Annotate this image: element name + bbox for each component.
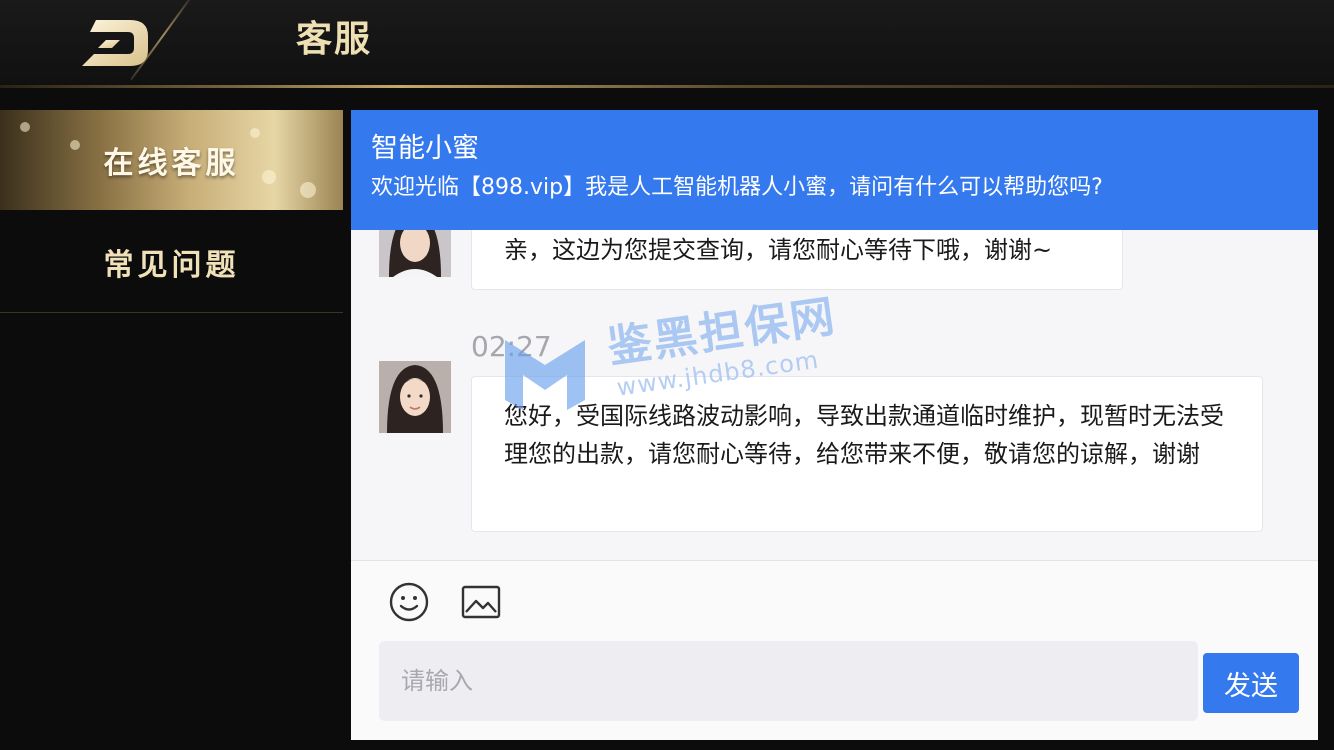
chat-header: 智能小蜜 欢迎光临【898.vip】我是人工智能机器人小蜜，请问有什么可以帮助您… — [351, 110, 1318, 230]
header-divider — [0, 85, 1334, 88]
message-input[interactable] — [379, 641, 1198, 721]
sidebar-divider — [0, 312, 343, 313]
message-timestamp: 02:27 — [471, 330, 552, 363]
send-button[interactable]: 发送 — [1203, 653, 1299, 713]
input-area: 发送 — [351, 560, 1318, 740]
message-text: 亲，这边为您提交查询，请您耐心等待下哦，谢谢~ — [504, 236, 1053, 264]
agent-avatar — [379, 230, 451, 277]
sparkle-decoration — [262, 170, 276, 184]
message-list[interactable]: 亲，这边为您提交查询，请您耐心等待下哦，谢谢~ 02:27 您好，受国际线路波动… — [351, 230, 1318, 560]
bot-name: 智能小蜜 — [371, 133, 479, 164]
sparkle-decoration — [250, 128, 260, 138]
sidebar: 在线客服 常见问题 — [0, 110, 343, 750]
smiley-icon[interactable] — [388, 581, 430, 623]
message-text: 您好，受国际线路波动影响，导致出款通道临时维护，现暂时无法受理您的出款，请您耐心… — [504, 402, 1224, 468]
message-bubble: 亲，这边为您提交查询，请您耐心等待下哦，谢谢~ — [471, 230, 1123, 290]
page-title: 客服 — [296, 19, 373, 60]
sidebar-item-faq[interactable]: 常见问题 — [0, 212, 343, 312]
sparkle-decoration — [300, 182, 316, 198]
brand-logo-icon[interactable] — [80, 18, 150, 68]
agent-avatar — [379, 361, 451, 433]
top-bar: 客服 — [0, 0, 1334, 88]
sparkle-decoration — [70, 140, 80, 150]
chat-panel: 智能小蜜 欢迎光临【898.vip】我是人工智能机器人小蜜，请问有什么可以帮助您… — [351, 110, 1318, 740]
message-bubble: 您好，受国际线路波动影响，导致出款通道临时维护，现暂时无法受理您的出款，请您耐心… — [471, 376, 1263, 532]
sidebar-item-label: 在线客服 — [103, 146, 240, 181]
sidebar-item-online-service[interactable]: 在线客服 — [0, 110, 343, 210]
sparkle-decoration — [20, 122, 30, 132]
image-icon[interactable] — [460, 581, 502, 623]
bot-welcome-message: 欢迎光临【898.vip】我是人工智能机器人小蜜，请问有什么可以帮助您吗? — [371, 175, 1103, 200]
sidebar-item-label: 常见问题 — [103, 248, 240, 283]
